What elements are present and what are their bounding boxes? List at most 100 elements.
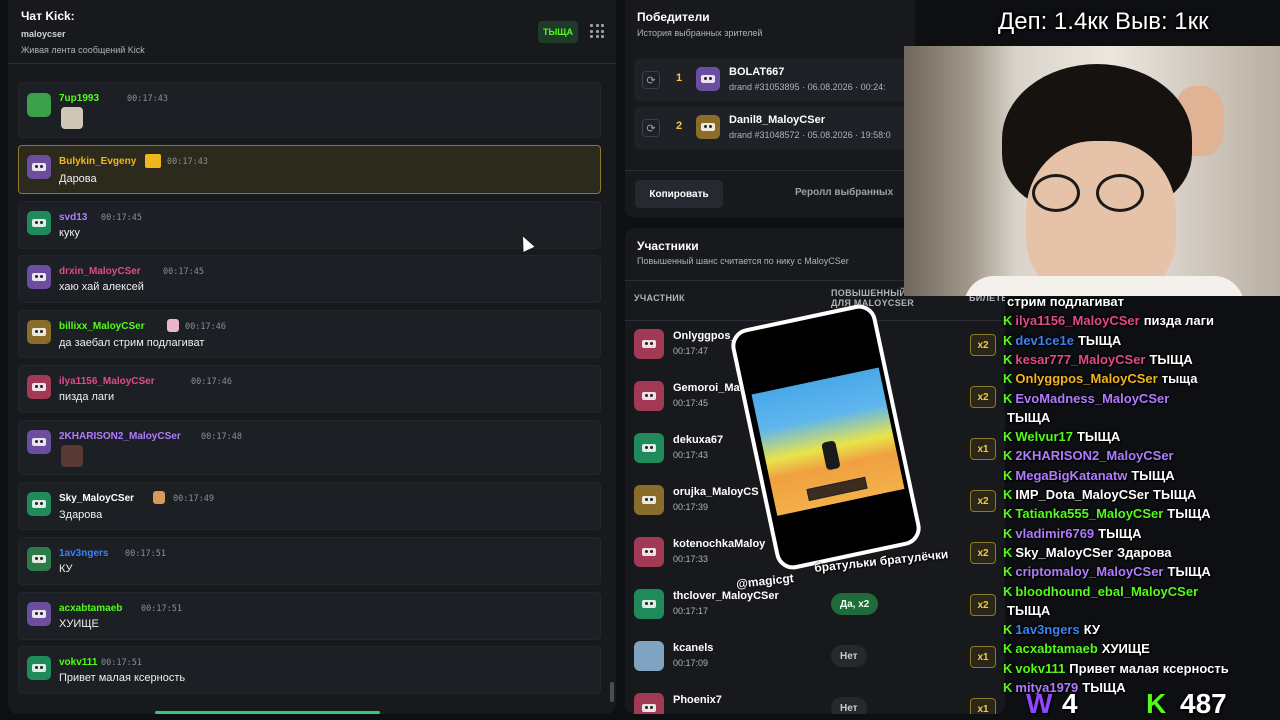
kick-viewer-count: 487: [1180, 688, 1227, 719]
overlay-chat-username: criptomaloy_MaloyCSer: [1015, 564, 1164, 580]
message-username[interactable]: Sky_MaloyCSer: [59, 493, 134, 504]
sub-badge-icon: [153, 491, 165, 504]
overlay-chat-text: пизда лаги: [1143, 313, 1214, 329]
overlay-chat-text: ТЫЩА: [1007, 409, 1051, 425]
overlay-chat-text: КУ: [1083, 622, 1101, 638]
winner-rank: 2: [676, 120, 683, 132]
message-time: 00:17:43: [127, 94, 168, 104]
kick-logo-icon: K: [1003, 429, 1013, 445]
ticket-badge: x1: [970, 438, 996, 460]
overlay-chat-text: Здарова: [1116, 544, 1172, 560]
kick-logo-icon: K: [1003, 351, 1013, 367]
participant-name: Gemoroi_Ma: [673, 382, 740, 394]
reroll-icon[interactable]: ⟳: [642, 119, 660, 137]
kick-logo-icon: K: [1003, 390, 1013, 406]
kick-logo-icon: K: [1003, 641, 1013, 657]
chat-channel: maloycser: [21, 29, 66, 39]
chat-message: 1av3ngers 00:17:51 КУ: [18, 537, 601, 585]
participant-time: 00:17:39: [673, 502, 709, 512]
sub-badge-icon: [167, 319, 179, 332]
overlay-chat-line: K EvoMadness_MaloyCSer: [1003, 391, 1173, 406]
chat-message: svd13 00:17:45 куку: [18, 201, 601, 249]
overlay-chat-text: ТЫЩА: [1007, 602, 1051, 618]
participant-name: thclover_MaloyCSer: [673, 590, 779, 602]
winner-row: ⟳ 2 Danil8_MaloyCSer drand #31048572 · 0…: [634, 107, 915, 149]
face-emote-icon: [61, 445, 83, 467]
glasses-icon: [1096, 174, 1144, 212]
message-text: да заебал стрим подлагиват: [59, 337, 205, 349]
tysha-button[interactable]: ТЫЩА: [538, 21, 578, 43]
overlay-chat-line: Kkesar777_MaloyCSer ТЫЩА: [1003, 352, 1193, 367]
participant-name: Phoenix7: [673, 694, 722, 706]
overlay-chat-text: стрим подлагиват: [1007, 294, 1124, 309]
kick-logo-icon: K: [1003, 583, 1013, 599]
participant-row: Phoenix7 Нет x1: [625, 684, 1005, 714]
message-username[interactable]: drxin_MaloyCSer: [59, 266, 141, 277]
message-username[interactable]: vokv111: [59, 657, 97, 668]
twitch-viewer-count: 4: [1062, 688, 1078, 719]
kick-logo-icon: K: [1003, 525, 1013, 541]
message-username[interactable]: 7up1993: [59, 93, 99, 104]
message-time: 00:17:51: [101, 658, 142, 668]
message-username[interactable]: svd13: [59, 212, 87, 223]
kick-logo-icon: K: [1003, 467, 1013, 483]
message-username[interactable]: Bulykin_Evgeny: [59, 156, 136, 167]
overlay-chat-text: ТЫЩА: [1167, 506, 1211, 522]
crown-badge-icon: [145, 154, 161, 168]
overlay-chat-username: Sky_MaloyCSer: [1015, 544, 1113, 560]
participant-time: 00:17:47: [673, 346, 709, 356]
winners-title: Победители: [637, 10, 710, 24]
user-avatar: [27, 265, 51, 289]
participant-time: 00:17:45: [673, 398, 709, 408]
participant-time: 00:17:33: [673, 554, 709, 564]
user-avatar: [27, 492, 51, 516]
twitch-logo-icon: W: [1026, 688, 1053, 719]
kick-logo-icon: K: [1003, 544, 1013, 560]
game-screen: [751, 367, 905, 516]
overlay-chat-line: K IMP_Dota_MaloyCSer ТЫЩА: [1003, 487, 1196, 502]
user-avatar: [27, 602, 51, 626]
ticket-badge: x2: [970, 542, 996, 564]
message-username[interactable]: 2KHARISON2_MaloyCSer: [59, 431, 181, 442]
game-hotbar: [806, 476, 868, 501]
overlay-chat-line: K MegaBigKatanatw ТЫЩА: [1003, 468, 1175, 483]
grid-menu-icon[interactable]: [590, 24, 604, 38]
col-participant: УЧАСТНИК: [634, 293, 685, 303]
overlay-chat-line: Kilya1156_MaloyCSer пизда лаги: [1003, 313, 1214, 328]
overlay-chat-username: Onlyggpos_MaloyCSer: [1015, 371, 1158, 387]
message-username[interactable]: ilya1156_MaloyCSer: [59, 376, 155, 387]
reroll-selected-button[interactable]: Реролл выбранных: [795, 187, 893, 198]
overlay-chat-username: IMP_Dota_MaloyCSer: [1015, 487, 1150, 502]
deposit-withdraw-overlay: Деп: 1.4кк Выв: 1кк: [998, 8, 1209, 35]
ticket-badge: x1: [970, 698, 996, 714]
copy-button[interactable]: Копировать: [635, 180, 723, 208]
overlay-chat-text: ТЫЩА: [1167, 564, 1211, 580]
winner-name: Danil8_MaloyCSer: [729, 114, 825, 126]
winner-row: ⟳ 1 BOLAT667 drand #31053895 · 06.08.202…: [634, 59, 915, 101]
chat-message: ilya1156_MaloyCSer 00:17:46 пизда лаги: [18, 365, 601, 413]
overlay-chat-username: vokv111: [1015, 660, 1066, 676]
chat-scrollbar[interactable]: [610, 682, 614, 702]
game-character: [821, 440, 841, 471]
overlay-chat-username: bloodhound_ebal_MaloyCSer: [1015, 583, 1199, 599]
message-username[interactable]: billixx_MaloyCSer: [59, 321, 145, 332]
reroll-icon[interactable]: ⟳: [642, 71, 660, 89]
message-username[interactable]: 1av3ngers: [59, 548, 108, 559]
ticket-badge: x2: [970, 490, 996, 512]
overlay-chat-line: ТЫЩА: [1003, 603, 1050, 618]
winners-subtitle: История выбранных зрителей: [637, 28, 763, 38]
participant-time: 00:17:43: [673, 450, 709, 460]
overlay-chat-line: Kcriptomaloy_MaloyCSer ТЫЩА: [1003, 564, 1211, 579]
winner-meta: drand #31053895 · 06.08.2026 · 00:24:: [729, 82, 886, 92]
participants-title: Участники: [637, 239, 699, 253]
ticket-badge: x2: [970, 594, 996, 616]
participant-name: kotenochkaMaloy: [673, 538, 766, 550]
message-username[interactable]: acxabtamaeb: [59, 603, 122, 614]
message-time: 00:17:48: [201, 432, 242, 442]
winner-name: BOLAT667: [729, 66, 785, 78]
overlay-chat-text: ТЫЩА: [1131, 467, 1175, 483]
overlay-chat-username: Tatianka555_MaloyCSer: [1015, 506, 1164, 522]
boosted-chance-badge: Да, x2: [831, 593, 879, 615]
user-avatar: [27, 375, 51, 399]
overlay-chat-line: K Sky_MaloyCSer Здарова: [1003, 545, 1172, 560]
